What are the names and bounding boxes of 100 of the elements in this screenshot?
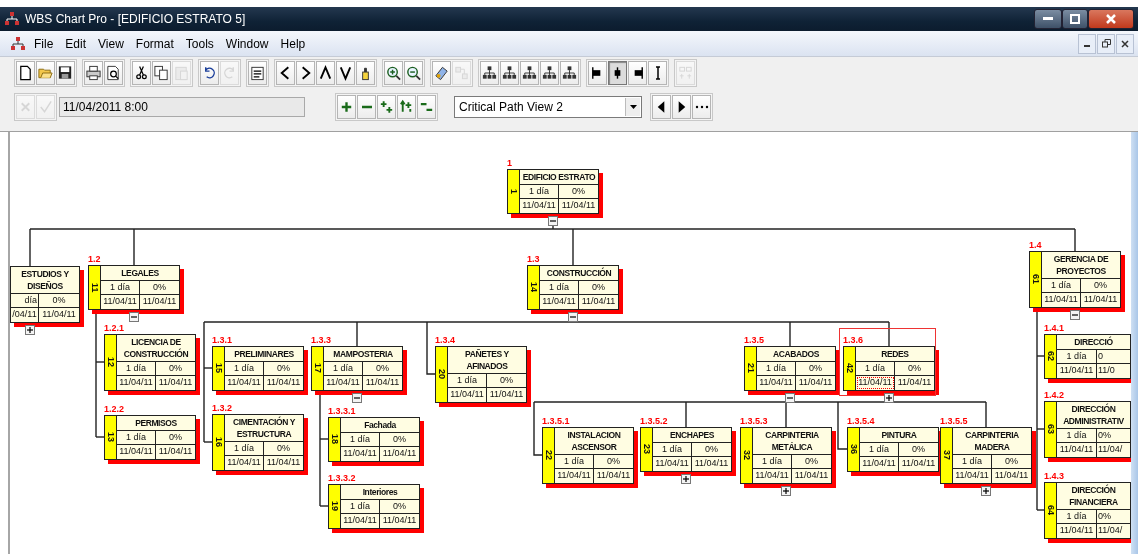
tree-wide-button[interactable] bbox=[500, 61, 519, 85]
menu-item[interactable]: Tools bbox=[179, 36, 220, 51]
percent-cell: 0% bbox=[264, 362, 303, 376]
task-title: ACABADOS bbox=[757, 347, 835, 362]
expand-button[interactable] bbox=[25, 325, 35, 335]
minus-icon bbox=[360, 105, 373, 109]
tree-button[interactable] bbox=[480, 61, 499, 85]
collapse-button[interactable] bbox=[357, 95, 376, 119]
new-button[interactable] bbox=[16, 61, 35, 85]
align-center-button[interactable] bbox=[608, 61, 627, 85]
next-button[interactable] bbox=[672, 95, 691, 119]
menu-item[interactable]: Format bbox=[129, 36, 180, 51]
zoom-in-button[interactable] bbox=[384, 61, 403, 85]
preview-button[interactable] bbox=[104, 61, 123, 85]
tree-list-button[interactable] bbox=[520, 61, 539, 85]
percent-cell: 0 bbox=[1097, 350, 1130, 364]
finish-date-cell-text: 11/04/ bbox=[1097, 443, 1124, 456]
undo-button[interactable] bbox=[200, 61, 219, 85]
task-id: 14 bbox=[529, 282, 538, 293]
prev-button[interactable] bbox=[652, 95, 671, 119]
collapse-button[interactable] bbox=[129, 312, 139, 322]
wbs-number: 1.3.5.3 bbox=[740, 415, 768, 427]
expand-button[interactable] bbox=[981, 486, 991, 496]
right-button[interactable] bbox=[296, 61, 315, 85]
start-date-cell: 11/04/11 bbox=[1042, 293, 1081, 307]
percent-cell: 0% bbox=[594, 455, 633, 469]
menu-item[interactable]: File bbox=[28, 36, 60, 51]
percent-cell: 0% bbox=[895, 362, 934, 376]
duration-cell: 1 día bbox=[860, 443, 899, 457]
expand-button[interactable] bbox=[781, 486, 791, 496]
minus-icon bbox=[354, 395, 360, 401]
collapse-button[interactable] bbox=[548, 216, 558, 226]
expand-button[interactable] bbox=[681, 474, 691, 484]
close-button[interactable] bbox=[1088, 9, 1134, 29]
wbs-number: 1.4.1 bbox=[1044, 322, 1065, 334]
align-vertical-button[interactable] bbox=[648, 61, 667, 85]
zoom-out-button[interactable] bbox=[404, 61, 423, 85]
plus-icon bbox=[983, 488, 989, 494]
collapse-button[interactable] bbox=[352, 393, 362, 403]
down-button[interactable] bbox=[336, 61, 355, 85]
wbs-number: 1.2 bbox=[88, 253, 101, 265]
task-id: 63 bbox=[1046, 424, 1055, 435]
task-title: CARPINTERIA MADERA bbox=[953, 428, 1031, 455]
tree-both-button[interactable] bbox=[540, 61, 559, 85]
expand-button[interactable] bbox=[884, 393, 894, 403]
finish-date-cell-text: 11/04/11 bbox=[381, 514, 418, 527]
left-button[interactable] bbox=[276, 61, 295, 85]
chevron-down-icon bbox=[337, 64, 354, 82]
org-chart-icon bbox=[561, 64, 578, 82]
up-button[interactable] bbox=[316, 61, 335, 85]
menu-item[interactable]: Help bbox=[274, 36, 312, 51]
document-icon[interactable] bbox=[10, 35, 26, 52]
collapse-button[interactable] bbox=[785, 393, 795, 403]
finish-date-cell-text: 11/04/11 bbox=[41, 308, 77, 321]
duration-cell: 1 día bbox=[225, 362, 264, 376]
print-button[interactable] bbox=[84, 61, 103, 85]
marker-button[interactable] bbox=[356, 61, 375, 85]
expand-button[interactable] bbox=[337, 95, 356, 119]
zoom-in-icon bbox=[385, 64, 402, 82]
more-button[interactable] bbox=[692, 95, 711, 119]
task-title: LEGALES bbox=[101, 266, 179, 281]
date-field[interactable]: 11/04/2011 8:00 bbox=[59, 97, 305, 117]
dropdown-arrow-icon bbox=[629, 105, 637, 109]
save-button[interactable] bbox=[56, 61, 75, 85]
cut-button[interactable] bbox=[132, 61, 151, 85]
start-date-cell: 11/04/11 bbox=[555, 469, 594, 483]
align-left-button[interactable] bbox=[588, 61, 607, 85]
plus-icon bbox=[783, 488, 789, 494]
duration-cell: 1 día bbox=[101, 281, 140, 295]
expand-all-button[interactable] bbox=[377, 95, 396, 119]
finish-date-cell-text: 11/04/11 bbox=[364, 376, 401, 389]
collapse-all-button[interactable] bbox=[417, 95, 436, 119]
start-date-cell: 11/04/11 bbox=[757, 376, 796, 390]
view-dropdown[interactable]: Critical Path View 2 bbox=[454, 96, 642, 118]
percent-cell: 0% bbox=[899, 443, 938, 457]
collapse-button[interactable] bbox=[568, 312, 578, 322]
wbs-number: 1.3 bbox=[527, 253, 540, 265]
close-icon bbox=[1121, 39, 1129, 48]
menu-item[interactable]: Window bbox=[219, 36, 275, 51]
start-date-cell: 11/04/11 bbox=[856, 376, 895, 390]
restore-button[interactable] bbox=[1062, 9, 1088, 29]
org-chart-icon bbox=[501, 64, 518, 82]
app-icon bbox=[4, 11, 20, 27]
task-id: 42 bbox=[845, 363, 854, 374]
move-button[interactable] bbox=[397, 95, 416, 119]
org-chart-icon bbox=[481, 64, 498, 82]
start-date-cell: 11/04/11 bbox=[653, 457, 692, 471]
collapse-button[interactable] bbox=[1070, 310, 1080, 320]
wbs-number: 1.3.3.2 bbox=[328, 472, 356, 484]
align-right-button[interactable] bbox=[628, 61, 647, 85]
tree-grid-button[interactable] bbox=[560, 61, 579, 85]
minimize-button[interactable] bbox=[1034, 9, 1062, 29]
task-id: 12 bbox=[106, 357, 115, 368]
menu-item[interactable]: Edit bbox=[59, 36, 93, 51]
copy-button[interactable] bbox=[152, 61, 171, 85]
menu-item[interactable]: View bbox=[92, 36, 130, 51]
paint-button[interactable] bbox=[432, 61, 451, 85]
scrollbar[interactable] bbox=[1131, 132, 1138, 554]
wbs-number: 1.3.5.1 bbox=[542, 415, 570, 427]
task-id: 36 bbox=[849, 444, 858, 455]
